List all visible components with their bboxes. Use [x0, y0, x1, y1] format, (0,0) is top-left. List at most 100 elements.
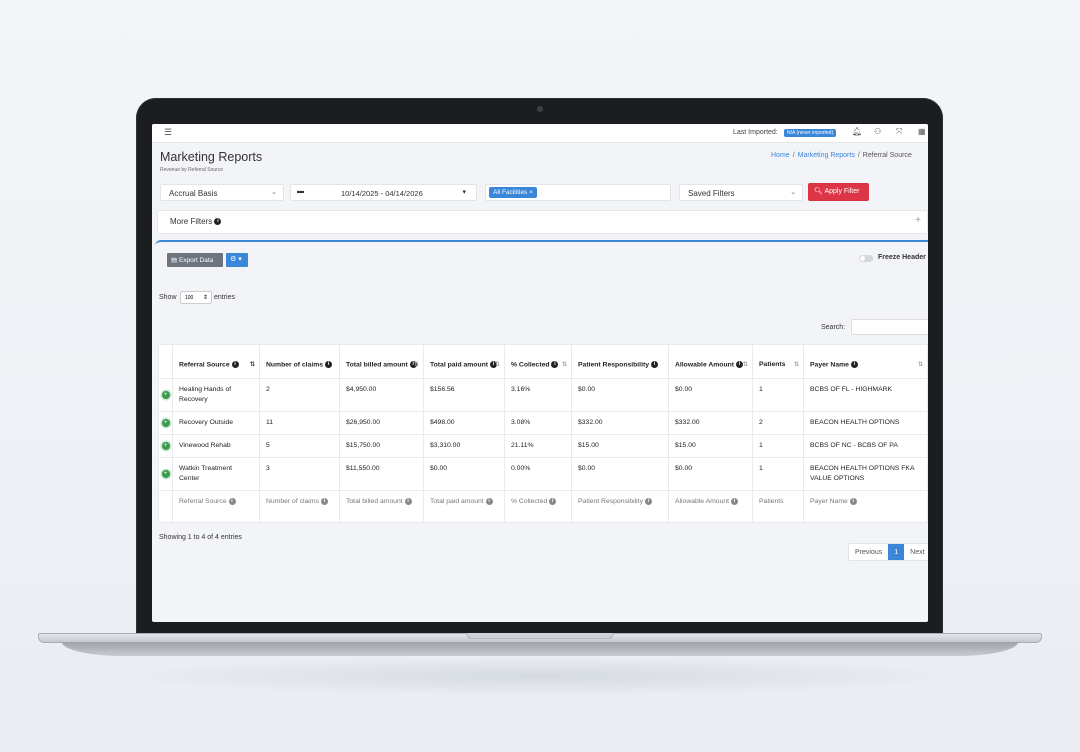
- row-expand-cell: +: [158, 434, 173, 458]
- breadcrumb: Home / Marketing Reports / Referral Source: [771, 152, 912, 159]
- apply-filter-button[interactable]: 🔍︎ Apply Filter: [808, 183, 869, 201]
- cell-paid: $156.56: [423, 378, 505, 412]
- plus-icon[interactable]: +: [915, 215, 921, 226]
- col-patients[interactable]: Patients ⇅: [752, 344, 804, 379]
- basis-select-value: Accrual Basis: [169, 189, 218, 198]
- cell-allowable: $0.00: [668, 457, 753, 491]
- next-page-button[interactable]: Next: [904, 544, 928, 560]
- expand-icon[interactable]: ⤧: [896, 127, 902, 137]
- info-icon: i: [549, 497, 557, 505]
- col-patient-responsibility[interactable]: Patient Responsibility i: [571, 344, 669, 379]
- updown-icon: ⇕: [202, 295, 208, 301]
- cell-payer-name: BEACON HEALTH OPTIONS: [803, 411, 928, 435]
- cell-referral-source: Vinewood Rehab: [172, 434, 260, 458]
- search-label: Search:: [821, 324, 846, 331]
- expand-row-icon[interactable]: +: [161, 442, 170, 450]
- cell-patient-responsibility: $15.00: [571, 434, 669, 458]
- col-total-billed-amount[interactable]: Total billed amount i ⇅: [339, 344, 424, 379]
- page-title: Marketing Reports: [160, 150, 263, 164]
- bell-icon[interactable]: 🔔︎: [852, 127, 862, 136]
- page-size-select[interactable]: 100 ⇕: [180, 291, 212, 304]
- cell-patient-responsibility: $0.00: [571, 457, 669, 491]
- sort-icon: ⇅: [494, 362, 500, 368]
- cell-payer-name: BEACON HEALTH OPTIONS FKA VALUE OPTIONS: [803, 457, 928, 491]
- info-icon: i: [650, 360, 658, 368]
- sort-asc-icon: ⇅: [249, 362, 255, 368]
- cell-patients: 1: [752, 457, 804, 491]
- col-allowable-amount[interactable]: Allowable Amount i ⇅: [668, 344, 753, 379]
- user-icon[interactable]: ⚇: [874, 127, 881, 136]
- caret-down-icon: ▾: [462, 189, 466, 196]
- info-icon: i: [485, 497, 493, 505]
- info-icon: i: [551, 360, 559, 368]
- expand-row-icon[interactable]: +: [161, 419, 170, 427]
- table-row[interactable]: + Vinewood Rehab 5 $15,750.00 $3,310.00 …: [158, 434, 928, 458]
- expand-row-icon[interactable]: +: [161, 391, 170, 399]
- freeze-header-toggle[interactable]: [859, 255, 873, 262]
- cell-patients: 2: [752, 411, 804, 435]
- table-row[interactable]: + Watkin Treatment Center 3 $11,550.00 $…: [158, 457, 928, 491]
- footer-number-of-claims: Number of claims i: [259, 490, 340, 523]
- control-column-header: [158, 344, 173, 379]
- footer-control-cell: [158, 490, 173, 523]
- cell-paid: $0.00: [423, 457, 505, 491]
- cell-claims: 2: [259, 378, 340, 412]
- basis-select[interactable]: Accrual Basis ⌄: [160, 184, 284, 201]
- breadcrumb-marketing-reports[interactable]: Marketing Reports: [798, 152, 855, 159]
- info-icon: i: [644, 497, 652, 505]
- cell-allowable: $15.00: [668, 434, 753, 458]
- cell-paid: $3,310.00: [423, 434, 505, 458]
- col-percent-collected[interactable]: % Collected i ⇅: [504, 344, 572, 379]
- page-1-button[interactable]: 1: [888, 544, 905, 560]
- breadcrumb-home[interactable]: Home: [771, 152, 790, 159]
- col-referral-source[interactable]: Referral Source i ⇅: [172, 344, 260, 379]
- saved-filters-select[interactable]: Saved Filters ⌄: [679, 184, 803, 201]
- hamburger-icon[interactable]: ☰: [164, 127, 172, 138]
- col-number-of-claims[interactable]: Number of claims i: [259, 344, 340, 379]
- cell-payer-name: BCBS OF FL - HIGHMARK: [803, 378, 928, 412]
- sort-icon: ⇅: [917, 362, 923, 368]
- footer-referral-source: Referral Source i: [172, 490, 260, 523]
- col-payer-name[interactable]: Payer Name i ⇅: [803, 344, 928, 379]
- table-row[interactable]: + Healing Hands of Recovery 2 $4,950.00 …: [158, 378, 928, 412]
- entries-label: entries: [214, 294, 236, 301]
- table-row[interactable]: + Recovery Outside 11 $26,950.00 $498.00…: [158, 411, 928, 435]
- chevron-down-icon: ⌄: [790, 189, 796, 196]
- cell-patients: 1: [752, 434, 804, 458]
- previous-page-button[interactable]: Previous: [849, 544, 888, 560]
- info-icon: i: [730, 497, 738, 505]
- cell-paid: $498.00: [423, 411, 505, 435]
- top-navbar: ☰ Last Imported: N/A (never imported) 🔔︎…: [152, 124, 928, 143]
- date-range-picker[interactable]: ▬ 10/14/2025 - 04/14/2026 ▾: [290, 184, 477, 201]
- facility-tag[interactable]: All Facilities ×: [489, 187, 537, 198]
- footer-patient-responsibility: Patient Responsibility i: [571, 490, 669, 523]
- more-filters-panel[interactable]: More Filters i +: [157, 210, 928, 234]
- search-input[interactable]: [851, 319, 928, 335]
- cell-patient-responsibility: $332.00: [571, 411, 669, 435]
- facility-multiselect[interactable]: All Facilities ×: [485, 184, 671, 201]
- cell-claims: 11: [259, 411, 340, 435]
- info-icon: i: [850, 360, 858, 368]
- cell-referral-source: Recovery Outside: [172, 411, 260, 435]
- cell-referral-source: Healing Hands of Recovery: [172, 378, 260, 412]
- freeze-header-label: Freeze Header: [878, 254, 926, 261]
- search-icon: 🔍︎: [814, 188, 823, 195]
- chevron-down-icon: ⌄: [271, 189, 277, 196]
- cell-claims: 3: [259, 457, 340, 491]
- import-status-badge: N/A (never imported): [784, 129, 837, 137]
- referral-table: Referral Source i ⇅ Number of claims i T…: [158, 344, 928, 523]
- info-icon: i: [324, 360, 332, 368]
- page-subtitle: Revenue by Referral Source: [160, 167, 224, 173]
- settings-dropdown-button[interactable]: ⚙ ▾: [226, 253, 248, 267]
- export-data-button[interactable]: ▤ Export Data: [167, 253, 223, 267]
- cell-billed: $4,950.00: [339, 378, 424, 412]
- cell-collected: 3.08%: [504, 411, 572, 435]
- row-expand-cell: +: [158, 457, 173, 491]
- pagination: Previous 1 Next: [848, 543, 928, 561]
- sort-icon: ⇅: [413, 362, 419, 368]
- col-total-paid-amount[interactable]: Total paid amount i ⇅: [423, 344, 505, 379]
- cell-collected: 0.00%: [504, 457, 572, 491]
- grid-icon[interactable]: ▦: [918, 127, 926, 136]
- expand-row-icon[interactable]: +: [161, 470, 170, 478]
- info-icon: i: [231, 360, 239, 368]
